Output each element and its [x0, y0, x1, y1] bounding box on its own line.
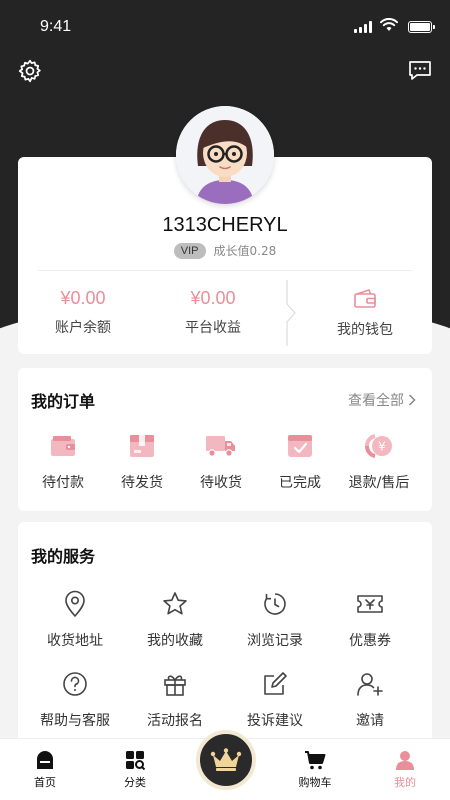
location-pin-icon — [65, 590, 85, 617]
tab-label: 首页 — [34, 776, 56, 789]
service-item-label: 活动报名 — [147, 713, 203, 729]
vip-row: VIP 成长值0.28 — [0, 242, 450, 259]
service-item-label: 邀请 — [356, 713, 384, 729]
battery-icon — [408, 21, 435, 33]
avatar[interactable] — [176, 106, 274, 204]
orders-title: 我的订单 — [31, 392, 96, 411]
home-icon — [37, 751, 53, 769]
tab-profile[interactable]: 我的 — [360, 749, 450, 790]
see-all-orders-link[interactable]: 查看全部 — [348, 390, 416, 410]
tab-home[interactable]: 首页 — [0, 749, 90, 790]
service-invite[interactable]: 邀请 — [329, 668, 411, 730]
service-item-label: 优惠券 — [349, 633, 391, 649]
wallet-icon — [51, 436, 75, 456]
order-completed[interactable]: 已完成 — [259, 430, 341, 492]
username: 1313CHERYL — [162, 214, 288, 236]
order-item-label: 退款/售后 — [348, 475, 410, 491]
profile-icon — [396, 751, 414, 770]
avatar-image — [176, 106, 274, 204]
coupon-icon — [357, 595, 383, 613]
service-item-label: 投诉建议 — [247, 713, 303, 729]
crown-icon — [210, 748, 242, 771]
status-bar: 9:41 — [0, 0, 450, 56]
tab-label: 分类 — [124, 776, 146, 789]
order-pending-receipt[interactable]: 待收货 — [180, 430, 262, 492]
services-card: 我的服务 收货地址 我的收藏 浏览记录 优惠券 帮助与客服 活动报名 投诉建议 … — [18, 522, 432, 752]
growth-value: 成长值0.28 — [213, 244, 277, 258]
order-item-label: 待发货 — [121, 475, 163, 491]
service-item-label: 收货地址 — [47, 633, 103, 649]
balance-label: 账户余额 — [55, 320, 111, 336]
services-title: 我的服务 — [31, 547, 96, 566]
message-button[interactable] — [405, 56, 435, 86]
edit-icon — [264, 672, 287, 695]
service-favorites[interactable]: 我的收藏 — [134, 588, 216, 650]
service-event-signup[interactable]: 活动报名 — [134, 668, 216, 730]
category-icon — [126, 751, 145, 770]
settings-button[interactable] — [15, 56, 45, 86]
order-item-label: 待收货 — [200, 475, 242, 491]
order-refund[interactable]: ¥ 退款/售后 — [338, 430, 420, 492]
divider — [38, 270, 412, 271]
status-time: 9:41 — [40, 18, 72, 35]
service-help-support[interactable]: 帮助与客服 — [34, 668, 116, 730]
service-item-label: 浏览记录 — [247, 633, 303, 649]
income-label: 平台收益 — [185, 320, 241, 336]
service-shipping-address[interactable]: 收货地址 — [34, 588, 116, 650]
income-value: ¥0.00 — [190, 288, 236, 308]
package-icon — [130, 435, 154, 457]
add-user-icon — [357, 673, 383, 696]
service-complaints[interactable]: 投诉建议 — [234, 668, 316, 730]
service-item-label: 我的收藏 — [147, 633, 203, 649]
center-crown-button[interactable] — [196, 730, 256, 790]
balance-value: ¥0.00 — [60, 288, 106, 308]
tab-category[interactable]: 分类 — [90, 749, 180, 790]
tab-cart[interactable]: 购物车 — [270, 749, 360, 790]
service-browse-history[interactable]: 浏览记录 — [234, 588, 316, 650]
wallet-icon — [354, 288, 376, 308]
service-item-label: 帮助与客服 — [40, 713, 110, 729]
refund-icon: ¥ — [365, 434, 392, 458]
account-balance[interactable]: ¥0.00 账户余额 — [18, 288, 148, 337]
svg-text:¥: ¥ — [378, 440, 386, 454]
wifi-icon — [380, 18, 398, 31]
cart-icon — [305, 751, 326, 770]
help-icon — [63, 672, 87, 696]
vip-badge: VIP — [173, 242, 206, 259]
order-item-label: 已完成 — [279, 475, 321, 491]
star-icon — [163, 592, 187, 615]
check-box-icon — [288, 435, 312, 457]
order-pending-shipment[interactable]: 待发货 — [101, 430, 183, 492]
chevron-right-icon — [408, 394, 416, 406]
gift-icon — [164, 675, 186, 696]
signal-icon — [354, 21, 372, 33]
orders-card: 我的订单 查看全部 待付款 待发货 待收货 已完成 ¥ 退款/售后 — [18, 368, 432, 511]
order-item-label: 待付款 — [42, 475, 84, 491]
service-coupons[interactable]: 优惠券 — [329, 588, 411, 650]
wallet-label: 我的钱包 — [337, 322, 393, 338]
gear-icon — [18, 59, 41, 83]
order-pending-payment[interactable]: 待付款 — [22, 430, 104, 492]
chat-bubble-icon — [409, 61, 431, 80]
my-wallet-button[interactable]: 我的钱包 — [300, 288, 430, 339]
see-all-label: 查看全部 — [348, 393, 404, 409]
truck-icon — [206, 436, 235, 457]
history-icon — [264, 593, 286, 615]
tab-label: 购物车 — [298, 776, 332, 789]
platform-income[interactable]: ¥0.00 平台收益 — [148, 288, 278, 337]
tab-label: 我的 — [394, 776, 416, 789]
